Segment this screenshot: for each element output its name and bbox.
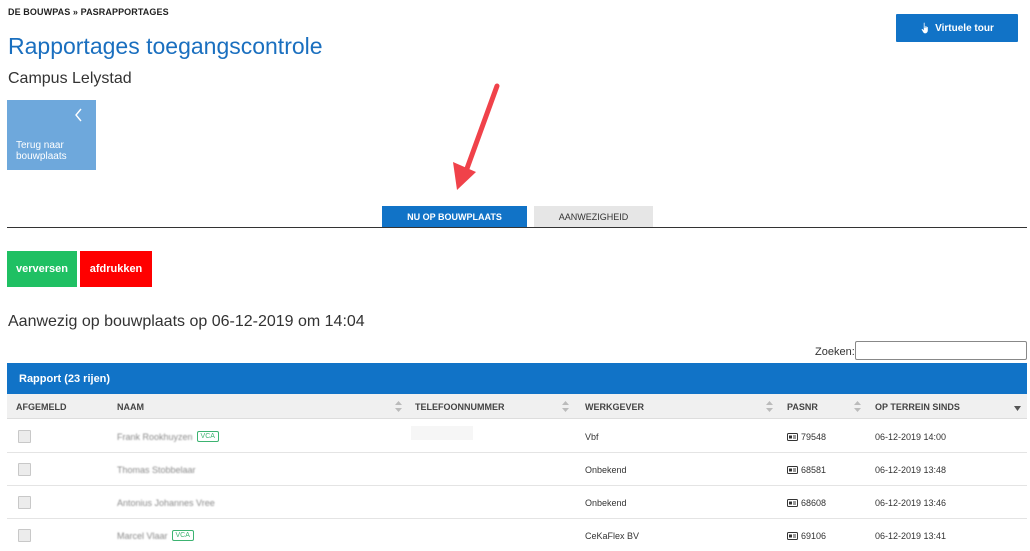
employer: Vbf [585,431,599,442]
vca-badge: VCA [196,431,219,442]
afgemeld-checkbox[interactable] [18,529,31,542]
pass-number: 68608 [801,497,827,508]
employer: CeKaFlex BV [585,530,640,541]
search-input[interactable] [855,341,1027,360]
virtual-tour-button[interactable]: Virtuele tour [896,14,1018,42]
afgemeld-checkbox[interactable] [18,430,31,443]
report-header-bar: Rapport (23 rijen) [7,363,1027,394]
col-header-telefoonnummer[interactable]: TELEFOONNUMMER [415,394,505,419]
worker-name: Thomas Stobbelaar [117,464,196,475]
sort-icon[interactable] [854,401,861,412]
red-arrow-annotation [453,83,500,190]
table-row[interactable]: Marcel Vlaar VCA CeKaFlex BV 69106 06-12… [7,519,1027,551]
col-header-afgemeld[interactable]: AFGEMELD [16,394,67,419]
col-header-werkgever[interactable]: WERKGEVER [585,394,644,419]
col-header-pasnr[interactable]: PASNR [787,394,818,419]
tab-now-on-site[interactable]: NU OP BOUWPLAATS [382,206,527,227]
tab-attendance[interactable]: AANWEZIGHEID [534,206,653,227]
worker-name: Frank Rookhuyzen [117,431,193,442]
search-label: Zoeken: [815,346,855,358]
id-card-icon [787,432,798,441]
employer: Onbekend [585,497,627,508]
sort-icon[interactable] [395,401,402,412]
worker-name: Antonius Johannes Vree [117,497,215,508]
refresh-button[interactable]: verversen [7,251,77,287]
afgemeld-checkbox[interactable] [18,496,31,509]
table-row[interactable]: Frank Rookhuyzen VCA Vbf 79548 06-12-201… [7,420,1027,453]
sort-icon[interactable] [562,401,569,412]
hand-pointer-icon [921,22,928,34]
phone-redacted [411,426,473,440]
worker-name: Marcel Vlaar [117,530,168,541]
on-site-since: 06-12-2019 13:48 [875,464,947,475]
print-button[interactable]: afdrukken [80,251,152,287]
table-row[interactable]: Antonius Johannes Vree Onbekend 68608 06… [7,486,1027,519]
pass-number: 69106 [801,530,827,541]
breadcrumb: DE BOUWPAS » PASRAPPORTAGES [8,7,169,17]
table-header: AFGEMELD NAAM TELEFOONNUMMER WERKGEVER P… [7,394,1027,419]
table-row[interactable]: Thomas Stobbelaar Onbekend 68581 06-12-2… [7,453,1027,486]
sort-desc-icon[interactable] [1014,403,1021,414]
pass-number: 79548 [801,431,827,442]
id-card-icon [787,465,798,474]
on-site-since: 06-12-2019 13:46 [875,497,947,508]
pass-number: 68581 [801,464,827,475]
section-heading: Aanwezig op bouwplaats op 06-12-2019 om … [8,313,365,330]
page-title: Rapportages toegangscontrole [8,33,323,59]
employer: Onbekend [585,464,627,475]
col-header-op-terrein-sinds[interactable]: OP TERREIN SINDS [875,394,960,419]
on-site-since: 06-12-2019 13:41 [875,530,947,541]
chevron-left-icon [75,108,82,122]
id-card-icon [787,498,798,507]
tabs-divider [7,227,1027,228]
sort-icon[interactable] [766,401,773,412]
col-header-naam[interactable]: NAAM [117,394,144,419]
virtual-tour-label: Virtuele tour [935,22,994,34]
vca-badge: VCA [171,530,194,541]
afgemeld-checkbox[interactable] [18,463,31,476]
site-subtitle: Campus Lelystad [8,70,132,87]
id-card-icon [787,531,798,540]
back-to-site-tile[interactable]: Terug naar bouwplaats [7,100,96,170]
on-site-since: 06-12-2019 14:00 [875,431,947,442]
back-to-site-label: Terug naar bouwplaats [16,140,67,162]
